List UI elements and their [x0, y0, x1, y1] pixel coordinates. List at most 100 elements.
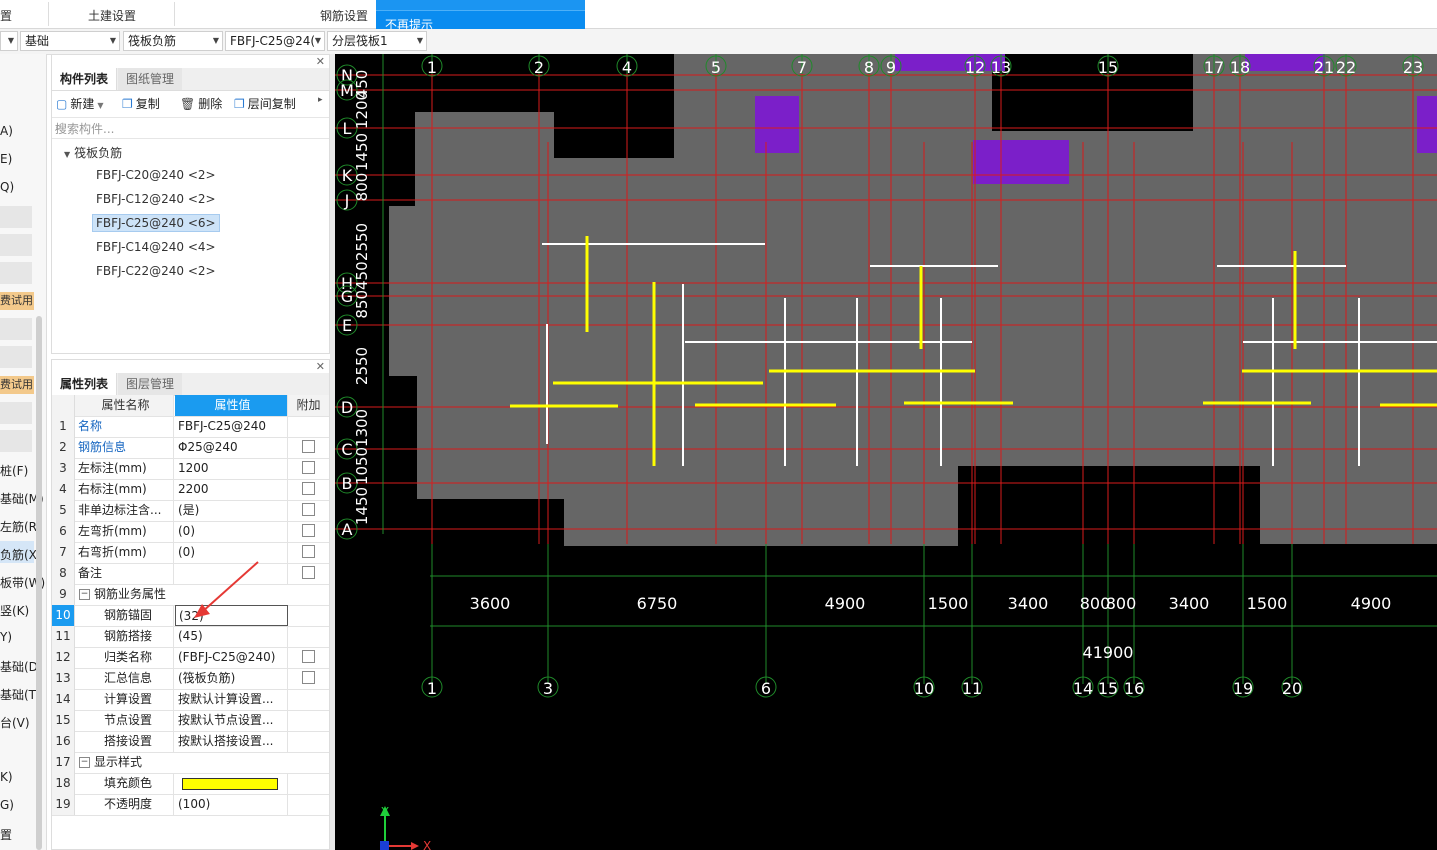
collapse-icon[interactable]: − — [79, 757, 90, 768]
tab-layer-management[interactable]: 图层管理 — [118, 373, 183, 395]
tree-item[interactable]: FBFJ-C22@240 <2> — [96, 264, 216, 278]
left-nav-item[interactable]: Q) — [0, 180, 14, 194]
property-value[interactable]: Φ25@240 — [175, 437, 288, 458]
extra-checkbox-cell[interactable] — [288, 500, 329, 521]
floor-combo[interactable]: ▼ — [0, 31, 18, 51]
axis-label-top: 7 — [797, 58, 807, 77]
property-value[interactable]: 2200 — [175, 479, 288, 500]
property-row[interactable]: 14 计算设置 按默认计算设置... — [52, 689, 329, 711]
left-nav-item[interactable]: G) — [0, 798, 14, 812]
collapse-icon[interactable]: ▼ — [64, 150, 70, 159]
property-value[interactable]: (是) — [175, 500, 288, 521]
property-row[interactable]: 4 右标注(mm) 2200 — [52, 479, 329, 501]
property-value[interactable]: 按默认节点设置... — [175, 710, 288, 731]
left-nav-item[interactable]: Y) — [0, 630, 12, 644]
menu-fragment-left[interactable]: 置 — [0, 7, 12, 24]
left-nav-item[interactable]: 竖(K) — [0, 602, 29, 619]
new-button[interactable]: ▢ 新建 ▼ — [56, 95, 104, 112]
property-name: 填充颜色 — [75, 773, 174, 794]
property-row[interactable]: 19 不透明度 (100) — [52, 794, 329, 816]
property-row[interactable]: 6 左弯折(mm) (0) — [52, 521, 329, 543]
tab-component-list[interactable]: 构件列表 — [52, 68, 118, 90]
copy-button[interactable]: ❐ 复制 — [122, 95, 160, 112]
extra-checkbox-cell[interactable] — [288, 479, 329, 500]
close-icon[interactable]: ✕ — [316, 55, 325, 68]
close-icon[interactable]: ✕ — [316, 360, 325, 373]
tree-item-selected[interactable]: FBFJ-C25@240 <6> — [92, 214, 220, 232]
tree-root-node[interactable]: ▼ 筏板负筋 — [64, 144, 122, 161]
tab-property-list[interactable]: 属性列表 — [52, 373, 118, 395]
row-number: 16 — [52, 731, 75, 752]
property-row[interactable]: 5 非单边标注含... (是) — [52, 500, 329, 522]
property-value[interactable]: (筏板负筋) — [175, 668, 288, 689]
checkbox[interactable] — [302, 461, 315, 474]
property-value[interactable]: 按默认计算设置... — [175, 689, 288, 710]
search-icon[interactable]: ⌕ — [55, 120, 323, 135]
property-row[interactable]: 11 钢筋搭接 (45) — [52, 626, 329, 648]
left-nav-item[interactable]: A) — [0, 124, 13, 138]
property-row[interactable]: 13 汇总信息 (筏板负筋) — [52, 668, 329, 690]
extra-checkbox-cell[interactable] — [288, 647, 329, 668]
category-combo[interactable]: 基础 ▼ — [20, 31, 120, 51]
property-row[interactable]: 1 名称 FBFJ-C25@240 — [52, 416, 329, 438]
column-region — [1417, 96, 1437, 153]
extra-checkbox-cell[interactable] — [288, 668, 329, 689]
row-number: 19 — [52, 794, 75, 815]
left-nav-item[interactable]: 置 — [0, 826, 12, 843]
property-value[interactable]: (FBFJ-C25@240) — [175, 647, 288, 668]
checkbox[interactable] — [302, 524, 315, 537]
property-row[interactable]: 2 钢筋信息 Φ25@240 — [52, 437, 329, 459]
layer-combo[interactable]: 分层筏板1 ▼ — [327, 31, 427, 51]
property-row[interactable]: 16 搭接设置 按默认搭接设置... — [52, 731, 329, 753]
checkbox[interactable] — [302, 545, 315, 558]
floor-copy-button[interactable]: ❐ 层间复制 — [234, 95, 296, 112]
extra-checkbox-cell[interactable] — [288, 458, 329, 479]
checkbox[interactable] — [302, 440, 315, 453]
property-row[interactable]: 15 节点设置 按默认节点设置... — [52, 710, 329, 732]
left-nav-item[interactable]: 桩(F) — [0, 462, 28, 479]
axis-label-bottom: 16 — [1124, 679, 1144, 698]
cad-drawing[interactable]: 1 2 4 5 7 8 9 12 13 15 17 18 21 22 231 3 6 10 11 14 15 16 19 20… — [335, 54, 1437, 850]
civil-settings-menu[interactable]: 土建设置 — [88, 7, 136, 24]
property-value[interactable]: (45) — [175, 626, 288, 647]
property-row[interactable]: 12 归类名称 (FBFJ-C25@240) — [52, 647, 329, 669]
property-value[interactable]: (100) — [175, 794, 288, 815]
row-number: 7 — [52, 542, 75, 563]
col-header-extra: 附加 — [288, 395, 329, 416]
left-nav-item[interactable]: K) — [0, 770, 13, 784]
component-search-field[interactable]: 搜索构件... ⌕ — [52, 117, 329, 139]
extra-checkbox-cell[interactable] — [288, 521, 329, 542]
tree-item[interactable]: FBFJ-C14@240 <4> — [96, 240, 216, 254]
property-value[interactable]: 按默认搭接设置... — [175, 731, 288, 752]
delete-button[interactable]: 🗑 删除 — [180, 95, 222, 112]
trial-badge[interactable]: 费试用 — [0, 376, 34, 394]
property-row[interactable]: 18 填充颜色 — [52, 773, 329, 795]
checkbox[interactable] — [302, 650, 315, 663]
tree-item[interactable]: FBFJ-C12@240 <2> — [96, 192, 216, 206]
type-combo[interactable]: 筏板负筋 ▼ — [123, 31, 223, 51]
extra-checkbox-cell[interactable] — [288, 437, 329, 458]
more-icon[interactable]: ▸ — [318, 95, 323, 105]
left-nav-item[interactable]: E) — [0, 152, 12, 166]
dimension-text-left: 1050 — [353, 447, 371, 485]
fill-color-swatch[interactable] — [175, 773, 288, 794]
property-value[interactable]: (0) — [175, 521, 288, 542]
trial-badge[interactable]: 费试用 — [0, 292, 34, 310]
property-row[interactable]: 3 左标注(mm) 1200 — [52, 458, 329, 480]
left-nav-item[interactable]: 基础(T) — [0, 686, 41, 703]
left-nav-item[interactable]: 台(V) — [0, 714, 30, 731]
checkbox[interactable] — [302, 482, 315, 495]
checkbox[interactable] — [302, 503, 315, 516]
collapse-icon[interactable]: − — [79, 589, 90, 600]
drawing-canvas[interactable]: 1 2 4 5 7 8 9 12 13 15 17 18 21 22 23 1 3 6 10 11 14 15 16 19 20… — [335, 54, 1437, 850]
tree-item[interactable]: FBFJ-C20@240 <2> — [96, 168, 216, 182]
dimension-text-left: 850450 — [353, 261, 371, 318]
left-scrollbar[interactable] — [36, 316, 42, 850]
checkbox[interactable] — [302, 671, 315, 684]
property-value[interactable]: 1200 — [175, 458, 288, 479]
rebar-settings-menu[interactable]: 钢筋设置 — [320, 7, 368, 24]
property-row[interactable]: 17 − 显示样式 — [52, 752, 329, 774]
property-value[interactable]: FBFJ-C25@240 — [175, 416, 288, 437]
tab-drawing-management[interactable]: 图纸管理 — [118, 68, 183, 90]
component-combo[interactable]: FBFJ-C25@24(▼ — [225, 31, 325, 51]
